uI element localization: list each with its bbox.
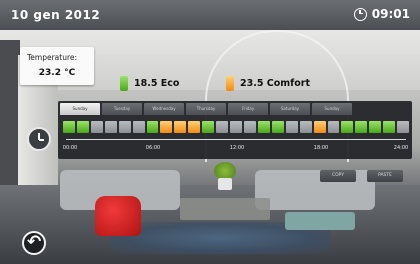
axis-label-0600: 06:00 [145, 145, 161, 151]
time-slot-eco[interactable] [202, 121, 215, 133]
temperature-value: 23.2 °C [38, 68, 76, 78]
room-wall [0, 40, 20, 200]
clock-icon [353, 7, 367, 21]
time-slots [63, 121, 410, 135]
eco-label: 18.5 Eco [134, 78, 180, 89]
sofa-right [255, 170, 375, 210]
copy-button[interactable]: COPY [320, 170, 356, 182]
red-armchair [95, 196, 141, 236]
day-tab[interactable]: Thursday [186, 103, 226, 115]
time-slot-off[interactable] [132, 121, 145, 133]
time-slot-off[interactable] [104, 121, 117, 133]
clock: 09:01 [353, 7, 410, 21]
time-text: 09:01 [371, 7, 410, 21]
day-tab[interactable]: Friday [228, 103, 268, 115]
bench [285, 212, 355, 230]
date-text: 10 gen 2012 [11, 8, 101, 22]
time-slot-off[interactable] [397, 121, 410, 133]
comfort-mode[interactable]: 23.5 Comfort [226, 76, 310, 91]
back-arrow-icon[interactable] [22, 231, 46, 255]
status-bar: 10 gen 2012 09:01 [0, 0, 420, 30]
coffee-table [180, 198, 270, 220]
time-slot-off[interactable] [90, 121, 103, 133]
comfort-swatch [226, 76, 234, 91]
time-slot-off[interactable] [216, 121, 229, 133]
time-slot-off[interactable] [243, 121, 256, 133]
time-slot-eco[interactable] [355, 121, 368, 133]
time-slot-eco[interactable] [146, 121, 159, 133]
time-slot-eco[interactable] [271, 121, 284, 133]
time-slot-eco[interactable] [341, 121, 354, 133]
time-slot-comfort[interactable] [188, 121, 201, 133]
day-tab[interactable]: Tuesday [102, 103, 142, 115]
eco-swatch [120, 76, 128, 91]
day-tab[interactable]: Saturday [270, 103, 310, 115]
time-slot-comfort[interactable] [174, 121, 187, 133]
time-slot-eco[interactable] [63, 121, 75, 133]
time-slot-eco[interactable] [76, 121, 89, 133]
axis-label-0000: 00:00 [62, 145, 78, 151]
thermostat-screen: 10 gen 2012 09:01 Temperature: 23.2 °C 1… [0, 0, 420, 264]
day-tab[interactable]: Sunday [312, 103, 352, 115]
temperature-label: Temperature: [27, 53, 78, 62]
eco-mode[interactable]: 18.5 Eco [120, 76, 179, 91]
axis-label-1200: 12:00 [229, 145, 245, 151]
temperature-card: Temperature: 23.2 °C [20, 47, 94, 85]
time-slot-eco[interactable] [369, 121, 382, 133]
time-slot-comfort[interactable] [160, 121, 173, 133]
paste-button[interactable]: PASTE [367, 170, 403, 182]
plant-pot [218, 178, 232, 190]
time-slot-eco[interactable] [383, 121, 396, 133]
day-tabs: Sunday Tuesday Wednesday Thursday Friday Satu… [60, 103, 352, 115]
day-tab[interactable]: Sunday [60, 103, 100, 115]
comfort-label: 23.5 Comfort [240, 78, 311, 89]
time-slot-off[interactable] [230, 121, 242, 133]
time-axis [66, 139, 406, 140]
time-slot-off[interactable] [327, 121, 340, 133]
axis-label-1800: 18:00 [313, 145, 329, 151]
day-tab[interactable]: Wednesday [144, 103, 184, 115]
time-slot-eco[interactable] [257, 121, 270, 133]
time-slot-off[interactable] [285, 121, 298, 133]
time-slot-comfort[interactable] [313, 121, 326, 133]
time-slot-off[interactable] [299, 121, 312, 133]
schedule-clock-button[interactable] [27, 127, 51, 151]
time-slot-off[interactable] [118, 121, 131, 133]
axis-label-2400: 24:00 [393, 145, 409, 151]
